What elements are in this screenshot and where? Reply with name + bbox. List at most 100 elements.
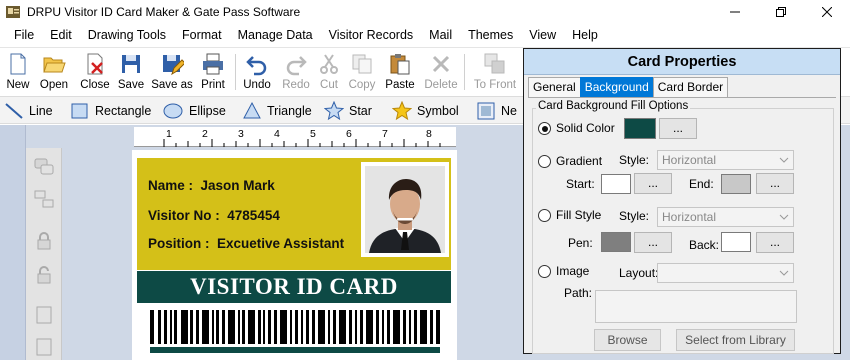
fill-style-radio[interactable] bbox=[538, 209, 551, 222]
panel-header: Card Properties bbox=[524, 49, 840, 75]
select-from-library-button[interactable]: Select from Library bbox=[676, 329, 795, 351]
lock-icon[interactable] bbox=[33, 230, 55, 252]
position-field[interactable]: Position : Excuetive Assistant bbox=[148, 236, 344, 251]
line-tool[interactable]: Line bbox=[4, 100, 53, 122]
ungroup-icon[interactable] bbox=[33, 188, 55, 210]
barcode[interactable] bbox=[150, 310, 440, 344]
layout-label: Layout: bbox=[619, 266, 659, 280]
save-button[interactable]: Save bbox=[117, 50, 145, 94]
menu-help[interactable]: Help bbox=[564, 24, 606, 46]
ruler-number: 6 bbox=[346, 128, 352, 140]
close-file-icon bbox=[87, 53, 103, 75]
menu-mail[interactable]: Mail bbox=[421, 24, 460, 46]
card-top-section: Name : Jason Mark Visitor No : 4785454 P… bbox=[137, 158, 451, 270]
card-bottom-line bbox=[150, 347, 440, 353]
save-as-button[interactable]: Save as bbox=[151, 50, 193, 94]
title-bar: DRPU Visitor ID Card Maker & Gate Pass S… bbox=[0, 0, 850, 24]
close-icon bbox=[822, 7, 832, 17]
object-tools-panel bbox=[26, 148, 62, 360]
photo-frame[interactable] bbox=[361, 162, 449, 257]
open-folder-icon bbox=[43, 57, 66, 73]
menu-drawing-tools[interactable]: Drawing Tools bbox=[80, 24, 174, 46]
solid-color-swatch[interactable] bbox=[624, 118, 656, 139]
menu-manage-data[interactable]: Manage Data bbox=[230, 24, 321, 46]
restore-icon bbox=[776, 7, 786, 17]
image-radio[interactable] bbox=[538, 265, 551, 278]
back-color-swatch[interactable] bbox=[721, 232, 751, 252]
ruler-number: 1 bbox=[166, 128, 172, 140]
ellipse-tool[interactable]: Ellipse bbox=[162, 100, 226, 122]
toolbar-separator bbox=[235, 54, 236, 90]
page-icon[interactable] bbox=[33, 336, 55, 358]
tab-general[interactable]: General bbox=[528, 77, 581, 97]
minimize-icon bbox=[730, 11, 740, 13]
card-banner[interactable]: VISITOR ID CARD bbox=[137, 271, 451, 303]
pen-color-picker-button[interactable]: ... bbox=[634, 232, 672, 253]
new-image-icon bbox=[477, 102, 495, 120]
solid-color-radio[interactable] bbox=[538, 122, 551, 135]
tab-background[interactable]: Background bbox=[579, 77, 654, 97]
name-field[interactable]: Name : Jason Mark bbox=[148, 178, 275, 193]
image-path-field[interactable] bbox=[595, 290, 797, 323]
restore-button[interactable] bbox=[758, 0, 804, 24]
redo-icon bbox=[286, 56, 307, 76]
layout-select[interactable] bbox=[657, 263, 794, 283]
menu-bar: File Edit Drawing Tools Format Manage Da… bbox=[0, 24, 850, 46]
unlock-icon[interactable] bbox=[33, 264, 55, 286]
menu-visitor-records[interactable]: Visitor Records bbox=[321, 24, 422, 46]
menu-edit[interactable]: Edit bbox=[42, 24, 80, 46]
paste-icon bbox=[390, 54, 410, 75]
copy-button[interactable]: Copy bbox=[347, 50, 377, 94]
redo-button[interactable]: Redo bbox=[282, 50, 310, 94]
print-button[interactable]: Print bbox=[199, 50, 227, 94]
undo-button[interactable]: Undo bbox=[241, 50, 273, 94]
back-color-picker-button[interactable]: ... bbox=[756, 232, 794, 253]
gradient-start-picker-button[interactable]: ... bbox=[634, 173, 672, 194]
minimize-button[interactable] bbox=[712, 0, 758, 24]
new-button[interactable]: New bbox=[5, 50, 31, 94]
symbol-tool[interactable]: Symbol bbox=[392, 100, 459, 122]
gradient-radio[interactable] bbox=[538, 155, 551, 168]
close-window-button[interactable] bbox=[804, 0, 850, 24]
paste-button[interactable]: Paste bbox=[384, 50, 416, 94]
gradient-end-label: End: bbox=[689, 177, 714, 191]
open-button[interactable]: Open bbox=[38, 50, 70, 94]
new-image-tool[interactable]: Ne bbox=[476, 100, 517, 122]
close-file-button[interactable]: Close bbox=[79, 50, 111, 94]
ruler-ticks bbox=[163, 139, 441, 147]
visitor-id-card[interactable]: Name : Jason Mark Visitor No : 4785454 P… bbox=[132, 150, 457, 360]
properties-tabs: General Background Card Border bbox=[528, 77, 729, 97]
group-title: Card Background Fill Options bbox=[536, 100, 691, 112]
delete-button[interactable]: Delete bbox=[423, 50, 459, 94]
menu-view[interactable]: View bbox=[521, 24, 564, 46]
solid-color-picker-button[interactable]: ... bbox=[659, 118, 697, 139]
star-tool[interactable]: Star bbox=[324, 100, 372, 122]
triangle-tool[interactable]: Triangle bbox=[242, 100, 312, 122]
gradient-start-swatch[interactable] bbox=[601, 174, 631, 194]
ruler-number: 5 bbox=[310, 128, 316, 140]
gradient-end-swatch[interactable] bbox=[721, 174, 751, 194]
menu-format[interactable]: Format bbox=[174, 24, 230, 46]
menu-file[interactable]: File bbox=[6, 24, 42, 46]
gradient-style-select[interactable]: Horizontal bbox=[657, 150, 794, 170]
to-front-button[interactable]: To Front bbox=[471, 50, 519, 94]
browse-button[interactable]: Browse bbox=[594, 329, 661, 351]
cut-button[interactable]: Cut bbox=[318, 50, 340, 94]
tab-card-border[interactable]: Card Border bbox=[652, 77, 729, 97]
line-icon bbox=[5, 103, 23, 119]
page-icon[interactable] bbox=[33, 304, 55, 326]
chevron-down-icon bbox=[779, 214, 789, 220]
gradient-end-picker-button[interactable]: ... bbox=[756, 173, 794, 194]
person-avatar-icon bbox=[365, 166, 445, 253]
menu-themes[interactable]: Themes bbox=[460, 24, 521, 46]
fill-style-label: Fill Style bbox=[556, 208, 602, 222]
chevron-down-icon bbox=[779, 157, 789, 163]
pen-color-swatch[interactable] bbox=[601, 232, 631, 252]
new-file-icon bbox=[10, 53, 26, 75]
group-icon[interactable] bbox=[33, 156, 55, 178]
back-label: Back: bbox=[689, 238, 720, 252]
rectangle-tool[interactable]: Rectangle bbox=[70, 100, 151, 122]
to-front-icon bbox=[484, 53, 505, 74]
visitor-no-field[interactable]: Visitor No : 4785454 bbox=[148, 208, 280, 223]
fill-style-select[interactable]: Horizontal bbox=[657, 207, 794, 227]
